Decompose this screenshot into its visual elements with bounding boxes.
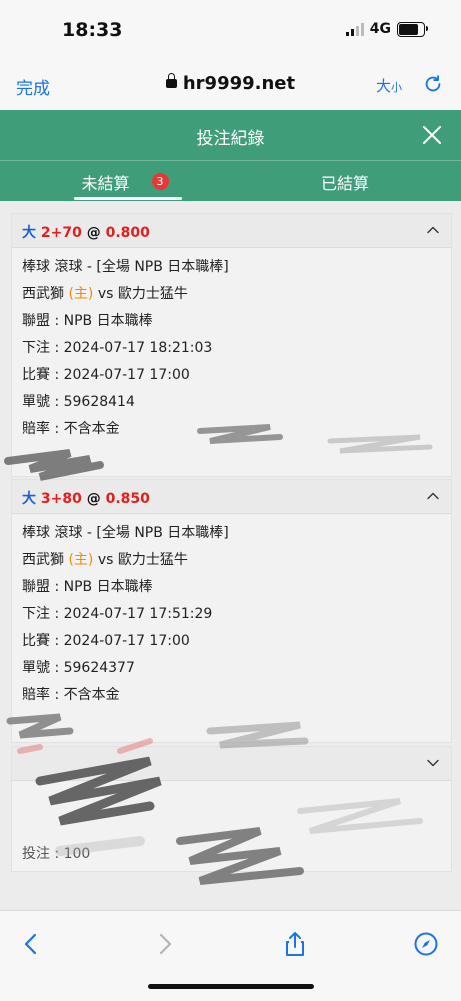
stake-row: 投注 : 100 bbox=[22, 846, 91, 862]
odds-note-row: 賠率 : 不含本金 bbox=[22, 687, 120, 703]
close-icon[interactable] bbox=[420, 123, 444, 147]
tab-bar: 未結算 3 已結算 bbox=[0, 160, 461, 202]
bet-list: 大 2+70 @ 0.800 棒球 滾球 - [全場 NPB 日本職棒] 西武獅… bbox=[0, 201, 461, 910]
away-team: 歐力士猛牛 bbox=[117, 286, 188, 302]
match-time-row: 比賽 : 2024-07-17 17:00 bbox=[22, 633, 190, 649]
home-tag: (主) bbox=[68, 286, 94, 302]
forward-icon[interactable] bbox=[152, 931, 178, 957]
bet-side: 大 bbox=[22, 491, 36, 507]
redacted-row bbox=[22, 443, 441, 470]
status-time: 18:33 bbox=[62, 19, 123, 41]
bet-at: @ bbox=[86, 225, 101, 241]
modal-header: 投注紀錄 bbox=[0, 110, 461, 160]
bet-odds: 0.800 bbox=[105, 225, 150, 241]
text-size-big: 大 bbox=[376, 77, 392, 95]
chevron-down-icon[interactable] bbox=[427, 757, 439, 769]
signal-icon bbox=[345, 22, 364, 36]
tab-settled-label: 已結算 bbox=[320, 173, 369, 193]
bet-handicap: 3+80 bbox=[40, 491, 82, 507]
match-time-row: 比賽 : 2024-07-17 17:00 bbox=[22, 367, 190, 383]
chevron-up-icon[interactable] bbox=[427, 490, 439, 502]
bet-time-row: 下注 : 2024-07-17 18:21:03 bbox=[22, 340, 213, 356]
ticket-number-row: 單號 : 59624377 bbox=[22, 660, 135, 676]
bet-side: 大 bbox=[22, 225, 36, 241]
battery-icon bbox=[397, 21, 428, 37]
bet-line: 大 2+70 @ 0.800 bbox=[22, 222, 150, 242]
sport-line: 棒球 滾球 - [全場 NPB 日本職棒] bbox=[22, 525, 229, 541]
bet-card-header[interactable]: 大 2+70 @ 0.800 bbox=[12, 214, 451, 248]
bet-at: @ bbox=[86, 491, 101, 507]
modal-title: 投注紀錄 bbox=[196, 129, 265, 149]
bet-card-body: 棒球 滾球 - [全場 NPB 日本職棒] 西武獅 (主) vs 歐力士猛牛 聯… bbox=[12, 248, 451, 476]
back-icon[interactable] bbox=[18, 931, 44, 957]
league-row: 聯盟 : NPB 日本職棒 bbox=[22, 313, 153, 329]
bet-line: 大 3+80 @ 0.850 bbox=[22, 488, 150, 508]
text-size-small: 小 bbox=[391, 81, 403, 94]
home-team: 西武獅 bbox=[22, 552, 64, 568]
odds-note-row: 賠率 : 不含本金 bbox=[22, 421, 120, 437]
tab-unsettled[interactable]: 未結算 3 bbox=[60, 161, 190, 202]
home-team: 西武獅 bbox=[22, 286, 64, 302]
match-teams: 西武獅 (主) vs 歐力士猛牛 bbox=[22, 281, 441, 308]
bet-card: 大 2+70 @ 0.800 棒球 滾球 - [全場 NPB 日本職棒] 西武獅… bbox=[11, 213, 452, 477]
bet-card-header[interactable] bbox=[12, 747, 451, 781]
status-bar: 18:33 4G bbox=[0, 0, 461, 60]
url-text: hr9999.net bbox=[182, 73, 296, 94]
ticket-number-row: 單號 : 59628414 bbox=[22, 394, 135, 410]
tab-unsettled-label: 未結算 bbox=[81, 173, 130, 193]
text-size-button[interactable]: 大小 bbox=[376, 75, 402, 96]
bet-card: 大 3+80 @ 0.850 棒球 滾球 - [全場 NPB 日本職棒] 西武獅… bbox=[11, 479, 452, 743]
match-teams: 西武獅 (主) vs 歐力士猛牛 bbox=[22, 547, 441, 574]
bet-card: 投注 : 100 bbox=[11, 746, 452, 872]
sport-line: 棒球 滾球 - [全場 NPB 日本職棒] bbox=[22, 259, 229, 275]
league-row: 聯盟 : NPB 日本職棒 bbox=[22, 579, 153, 595]
bet-odds: 0.850 bbox=[105, 491, 150, 507]
home-tag: (主) bbox=[68, 552, 94, 568]
network-type: 4G bbox=[369, 21, 391, 37]
browser-bar: 完成 hr9999.net 大小 bbox=[0, 60, 461, 110]
bet-card-body: 投注 : 100 bbox=[12, 781, 451, 874]
tab-settled[interactable]: 已結算 bbox=[280, 161, 410, 202]
reload-icon[interactable] bbox=[422, 73, 444, 95]
status-indicators: 4G bbox=[345, 21, 428, 37]
vs-label: vs bbox=[97, 552, 114, 568]
bet-card-body: 棒球 滾球 - [全場 NPB 日本職棒] 西武獅 (主) vs 歐力士猛牛 聯… bbox=[12, 514, 451, 742]
active-tab-indicator bbox=[74, 197, 182, 200]
compass-icon[interactable] bbox=[413, 931, 439, 957]
share-icon[interactable] bbox=[282, 931, 308, 957]
away-team: 歐力士猛牛 bbox=[117, 552, 188, 568]
lock-icon bbox=[165, 73, 177, 88]
bet-time-row: 下注 : 2024-07-17 17:51:29 bbox=[22, 606, 213, 622]
bet-card-header[interactable]: 大 3+80 @ 0.850 bbox=[12, 480, 451, 514]
vs-label: vs bbox=[97, 286, 114, 302]
unsettled-count-badge: 3 bbox=[151, 173, 169, 190]
bet-handicap: 2+70 bbox=[40, 225, 82, 241]
chevron-up-icon[interactable] bbox=[427, 224, 439, 236]
redacted-row bbox=[22, 709, 441, 736]
home-indicator bbox=[148, 984, 314, 989]
